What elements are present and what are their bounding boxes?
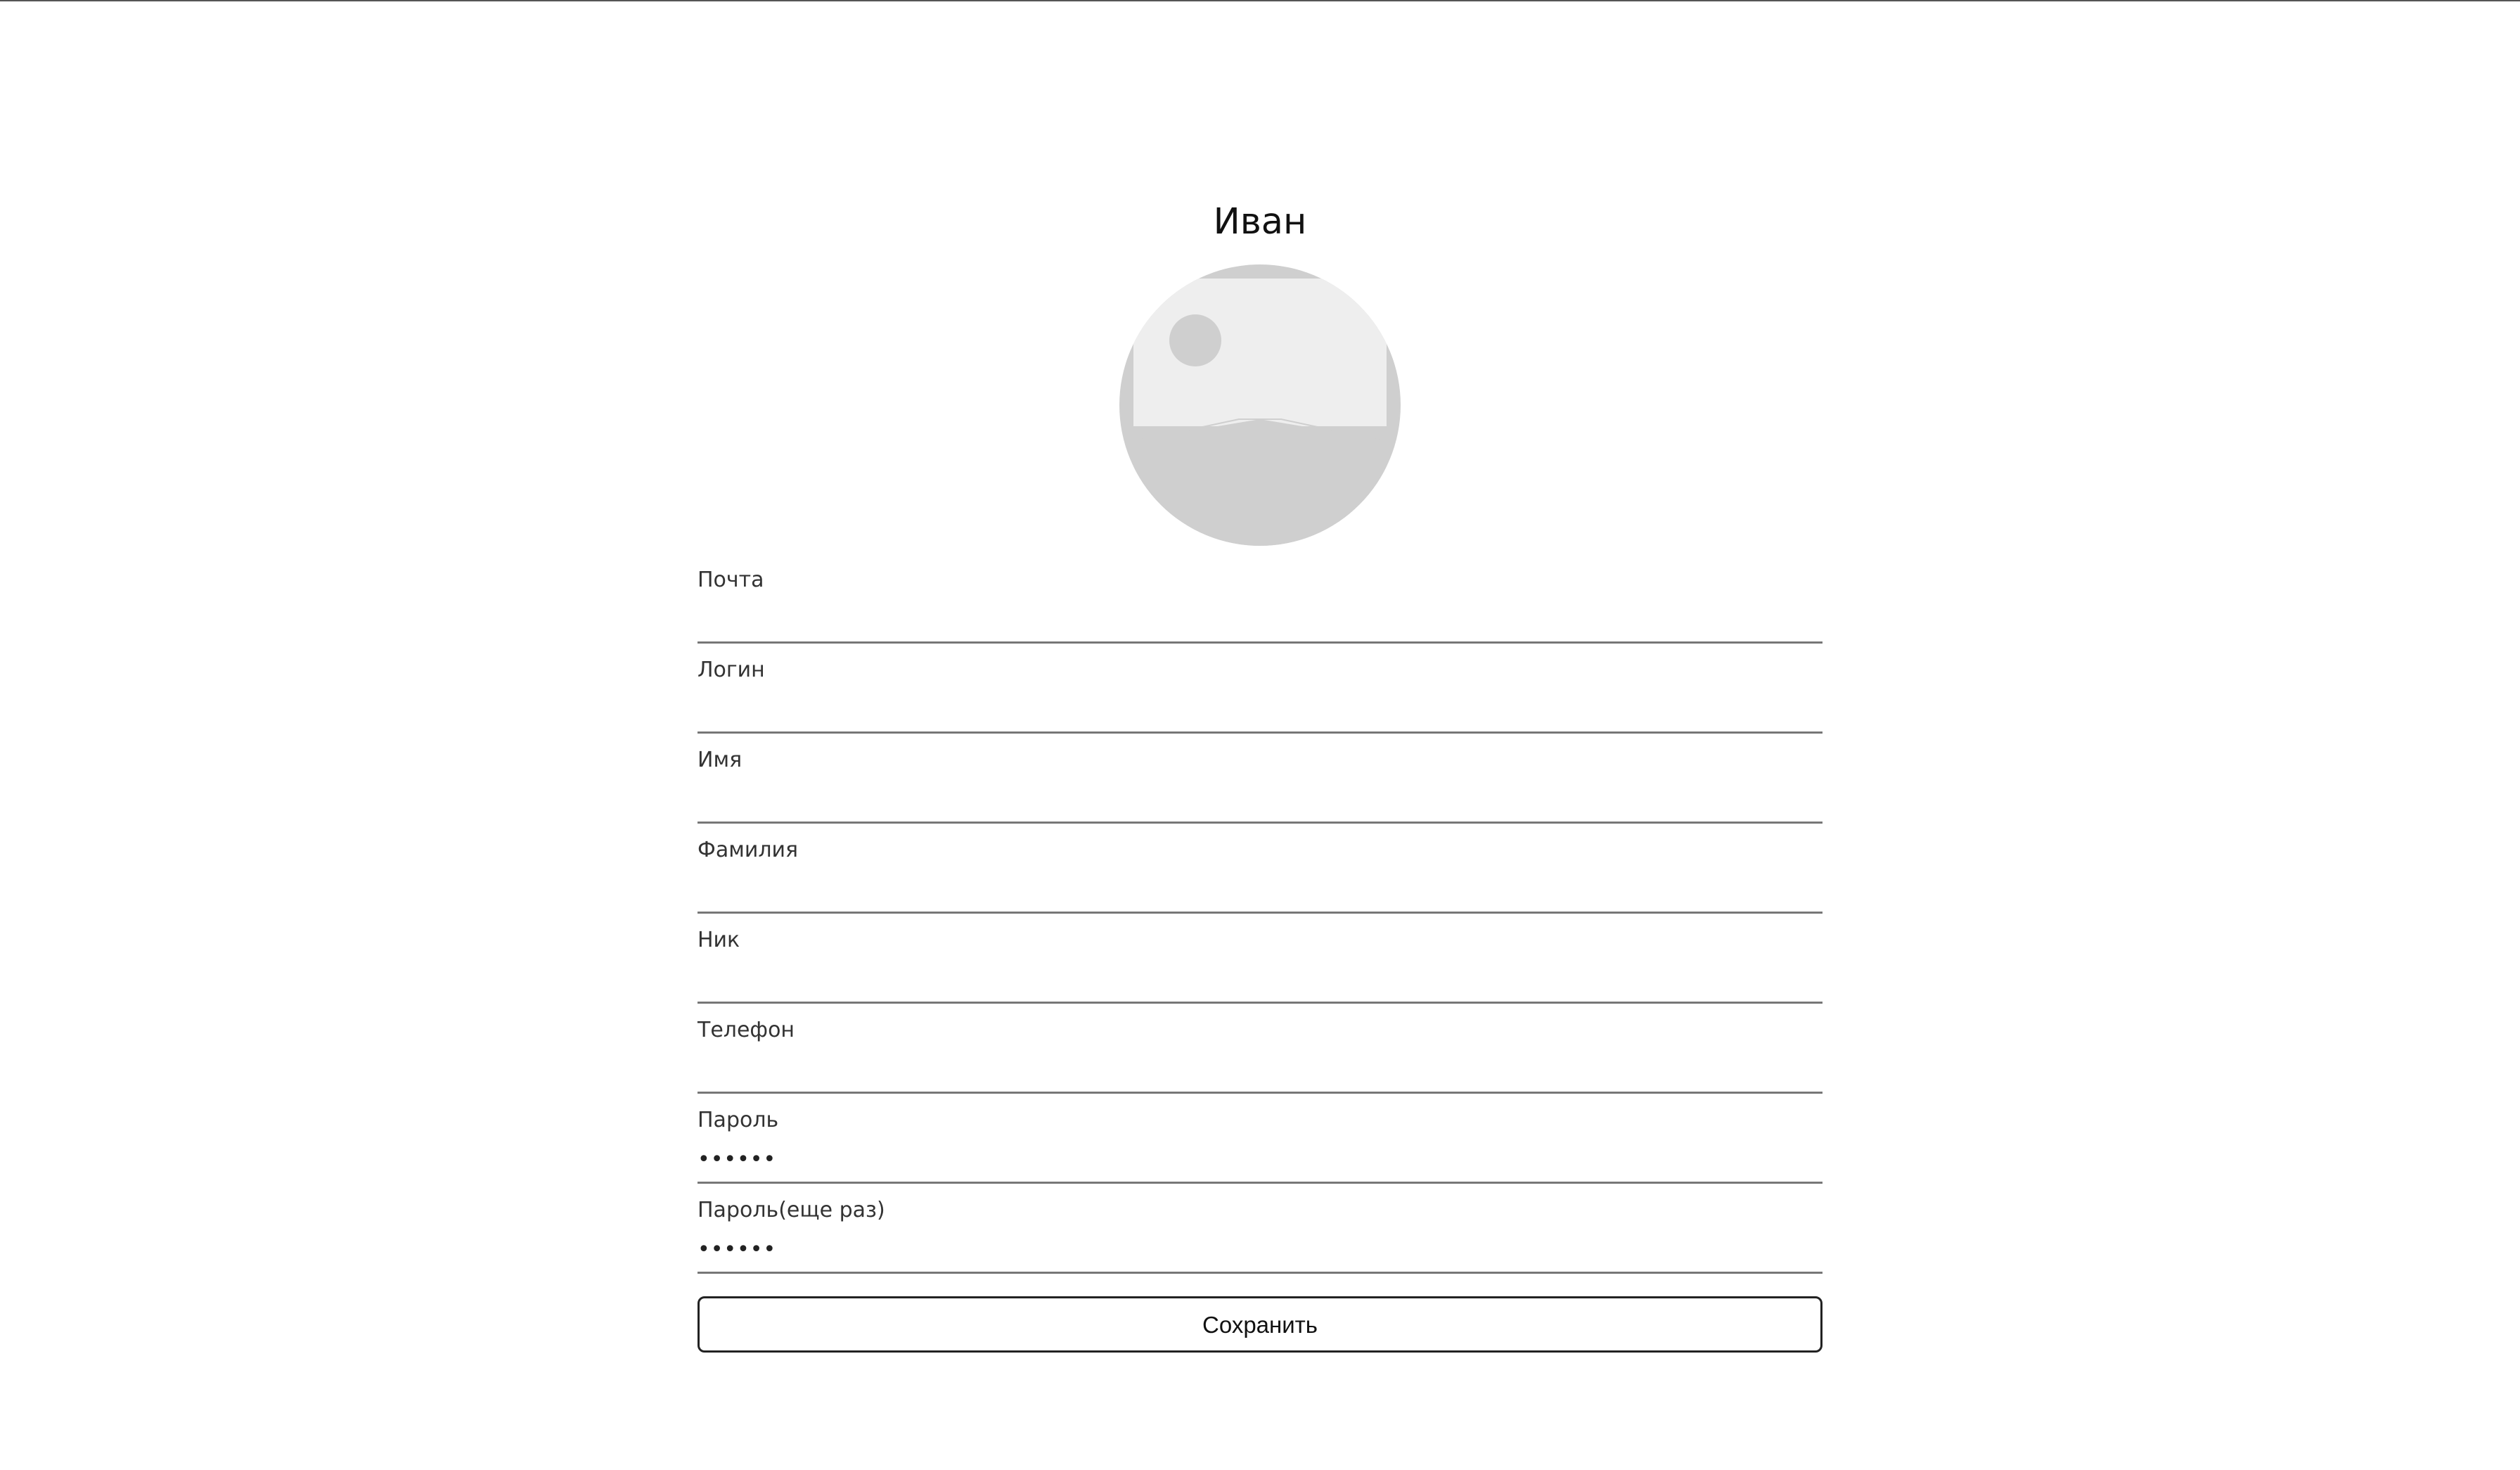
login-field: Логин — [698, 644, 1822, 734]
first-name-input[interactable] — [698, 781, 1822, 817]
password-field: Пароль — [698, 1094, 1822, 1184]
login-label: Логин — [698, 658, 765, 682]
password-repeat-field: Пароль(еще раз) — [698, 1184, 1822, 1274]
last-name-field: Фамилия — [698, 824, 1822, 914]
password-repeat-input[interactable] — [698, 1232, 1822, 1267]
save-button[interactable]: Сохранить — [698, 1296, 1822, 1353]
first-name-field: Имя — [698, 734, 1822, 824]
phone-input[interactable] — [698, 1052, 1822, 1087]
profile-name: Иван — [1213, 201, 1307, 243]
email-input[interactable] — [698, 601, 1822, 637]
last-name-input[interactable] — [698, 871, 1822, 907]
password-label: Пароль — [698, 1108, 779, 1132]
password-repeat-label: Пароль(еще раз) — [698, 1198, 885, 1222]
first-name-label: Имя — [698, 748, 742, 772]
avatar[interactable] — [1119, 264, 1401, 546]
top-border — [0, 0, 2520, 1]
nickname-input[interactable] — [698, 961, 1822, 997]
email-field: Почта — [698, 554, 1822, 644]
nickname-field: Ник — [698, 914, 1822, 1004]
password-input[interactable] — [698, 1142, 1822, 1177]
login-input[interactable] — [698, 691, 1822, 727]
last-name-label: Фамилия — [698, 838, 799, 862]
image-placeholder-icon — [1119, 264, 1401, 546]
nickname-label: Ник — [698, 928, 740, 952]
phone-label: Телефон — [698, 1018, 795, 1042]
email-label: Почта — [698, 568, 764, 592]
phone-field: Телефон — [698, 1004, 1822, 1094]
